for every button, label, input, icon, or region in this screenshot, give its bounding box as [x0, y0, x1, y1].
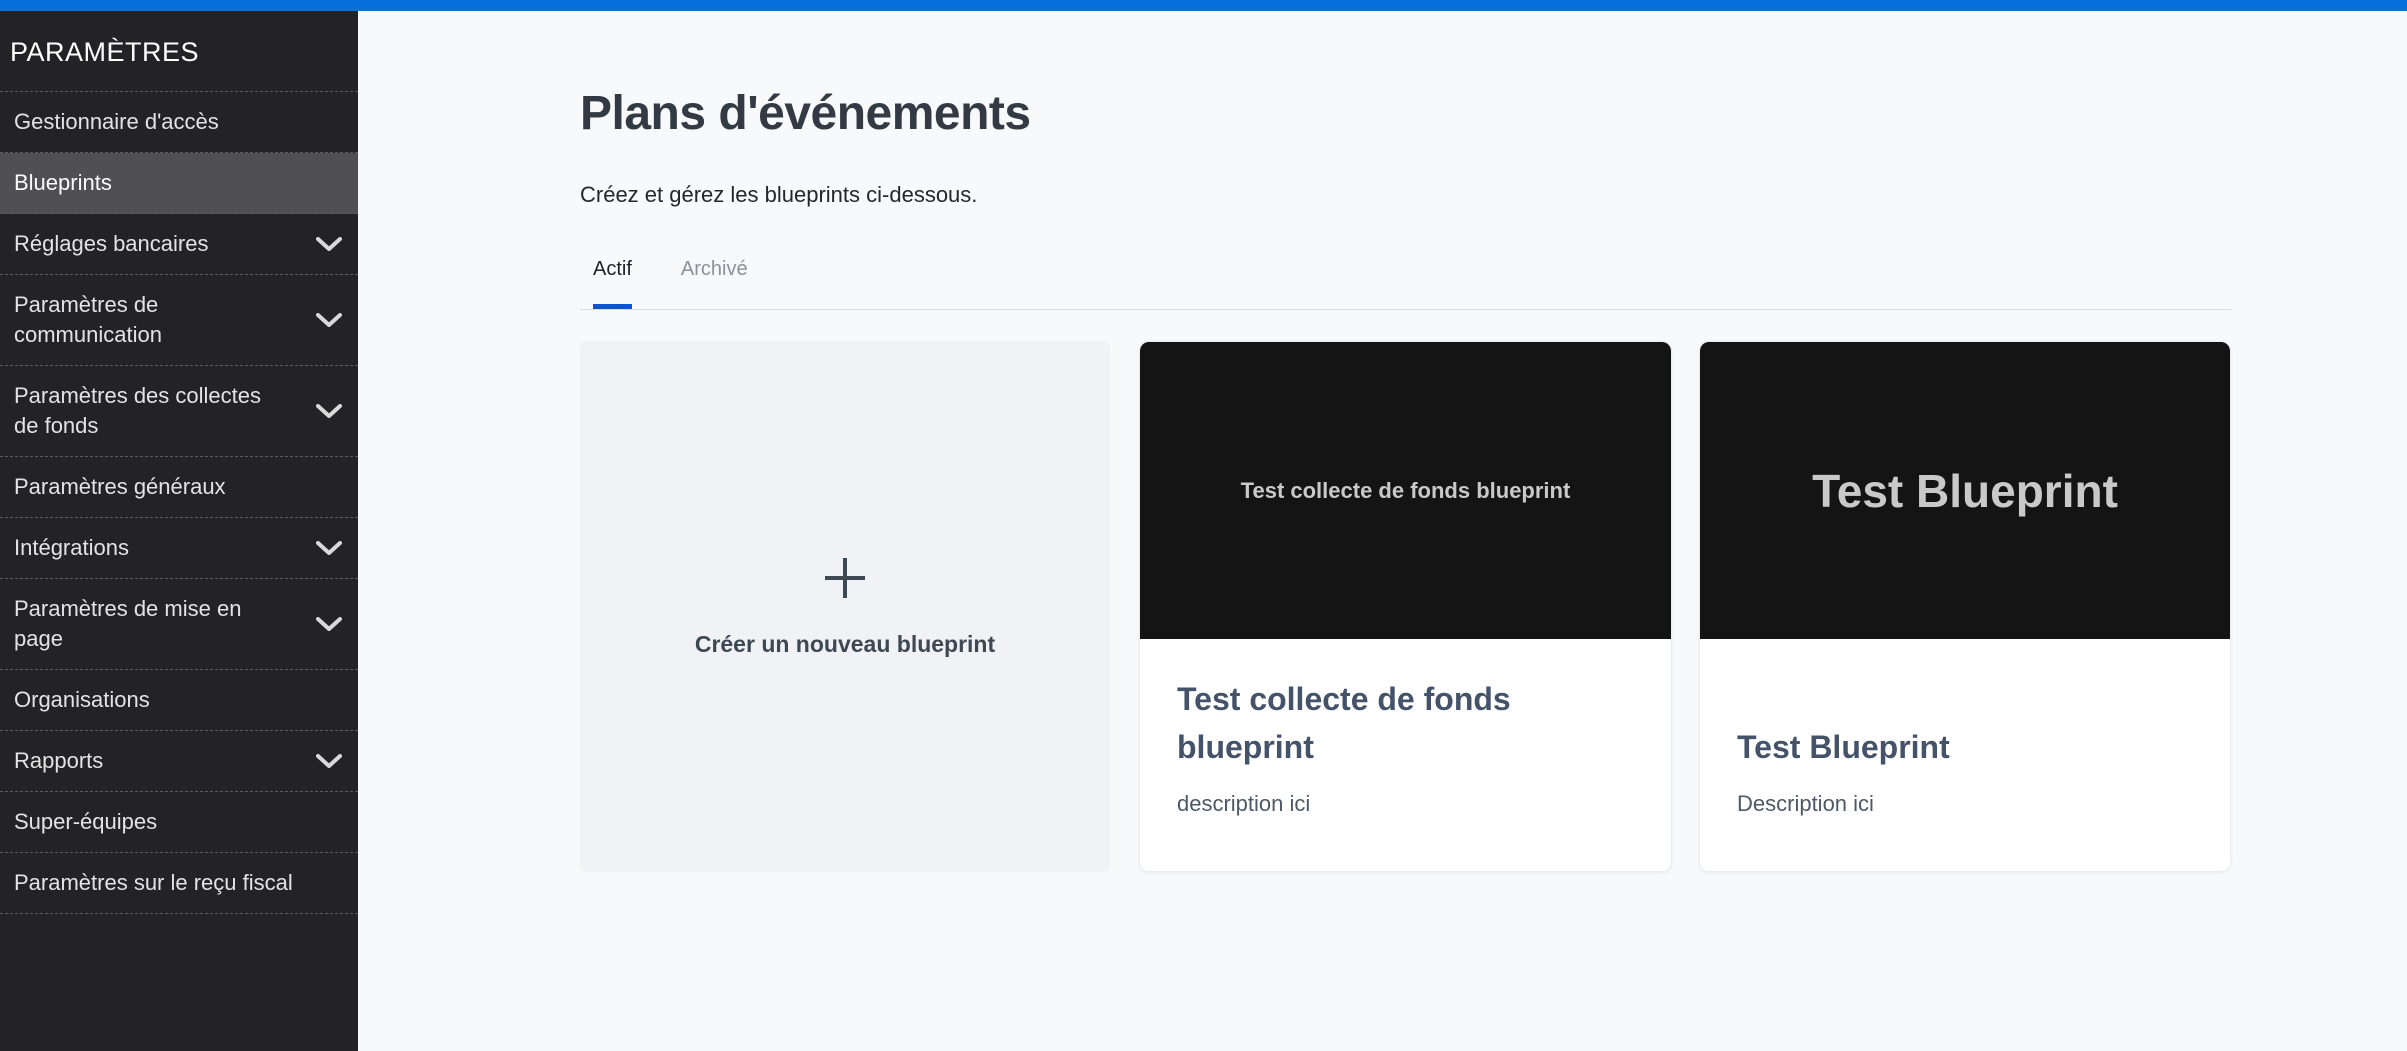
blueprint-description: Description ici [1737, 789, 2193, 819]
sidebar-item-label: Réglages bancaires [14, 229, 266, 259]
sidebar-item-label: Gestionnaire d'accès [14, 107, 342, 137]
settings-sidebar: PARAMÈTRES Gestionnaire d'accès Blueprin… [0, 11, 358, 1051]
sidebar-item-super-equipes[interactable]: Super-équipes [0, 792, 358, 853]
blueprint-description: description ici [1177, 789, 1634, 819]
plus-icon [822, 555, 868, 601]
sidebar-item-label: Paramètres de communication [14, 290, 266, 350]
chevron-down-icon [316, 313, 342, 327]
sidebar-item-label: Paramètres sur le reçu fiscal [14, 868, 342, 898]
sidebar-item-blueprints[interactable]: Blueprints [0, 153, 358, 214]
create-blueprint-card[interactable]: Créer un nouveau blueprint [580, 341, 1110, 872]
sidebar-item-parametres-communication[interactable]: Paramètres de communication [0, 275, 358, 366]
sidebar-item-parametres-generaux[interactable]: Paramètres généraux [0, 457, 358, 518]
top-accent-bar [0, 0, 2407, 11]
blueprint-card-test-collecte[interactable]: Test collecte de fonds blueprint Test co… [1139, 341, 1672, 872]
sidebar-item-label: Paramètres généraux [14, 472, 342, 502]
sidebar-item-rapports[interactable]: Rapports [0, 731, 358, 792]
tab-archive[interactable]: Archivé [681, 256, 748, 309]
tab-divider [580, 309, 2231, 310]
page-title: Plans d'événements [580, 86, 1031, 142]
tab-actif[interactable]: Actif [593, 256, 632, 309]
sidebar-item-label: Blueprints [14, 168, 342, 198]
sidebar-item-label: Intégrations [14, 533, 266, 563]
create-blueprint-label: Créer un nouveau blueprint [695, 631, 995, 658]
sidebar-item-label: Super-équipes [14, 807, 342, 837]
sidebar-item-mise-en-page[interactable]: Paramètres de mise en page [0, 579, 358, 670]
chevron-down-icon [316, 754, 342, 768]
chevron-down-icon [316, 237, 342, 251]
sidebar-item-recu-fiscal[interactable]: Paramètres sur le reçu fiscal [0, 853, 358, 914]
sidebar-item-label: Paramètres de mise en page [14, 594, 266, 654]
sidebar-title: PARAMÈTRES [0, 11, 358, 92]
blueprint-cover-image: Test Blueprint [1700, 342, 2230, 639]
blueprint-card-body: Test collecte de fonds blueprint descrip… [1140, 639, 1671, 871]
sidebar-item-label: Organisations [14, 685, 342, 715]
sidebar-item-organisations[interactable]: Organisations [0, 670, 358, 731]
sidebar-item-label: Rapports [14, 746, 266, 776]
chevron-down-icon [316, 541, 342, 555]
sidebar-item-label: Paramètres des collectes de fonds [14, 381, 266, 441]
sidebar-item-reglages-bancaires[interactable]: Réglages bancaires [0, 214, 358, 275]
sidebar-item-gestionnaire-dacces[interactable]: Gestionnaire d'accès [0, 92, 358, 153]
chevron-down-icon [316, 617, 342, 631]
blueprint-cover-text: Test Blueprint [1812, 464, 2118, 518]
page-subtitle: Créez et gérez les blueprints ci-dessous… [580, 180, 977, 210]
sidebar-item-parametres-collectes[interactable]: Paramètres des collectes de fonds [0, 366, 358, 457]
blueprint-cover-text: Test collecte de fonds blueprint [1241, 478, 1571, 504]
chevron-down-icon [316, 404, 342, 418]
blueprint-cover-image: Test collecte de fonds blueprint [1140, 342, 1671, 639]
blueprint-title: Test Blueprint [1737, 723, 2193, 771]
tab-bar: Actif Archivé [593, 256, 748, 309]
sidebar-item-integrations[interactable]: Intégrations [0, 518, 358, 579]
blueprint-title: Test collecte de fonds blueprint [1177, 675, 1634, 771]
blueprint-card-test-blueprint[interactable]: Test Blueprint Test Blueprint Descriptio… [1699, 341, 2231, 872]
blueprint-card-body: Test Blueprint Description ici [1700, 639, 2230, 871]
blueprint-card-grid: Créer un nouveau blueprint Test collecte… [580, 341, 2231, 872]
